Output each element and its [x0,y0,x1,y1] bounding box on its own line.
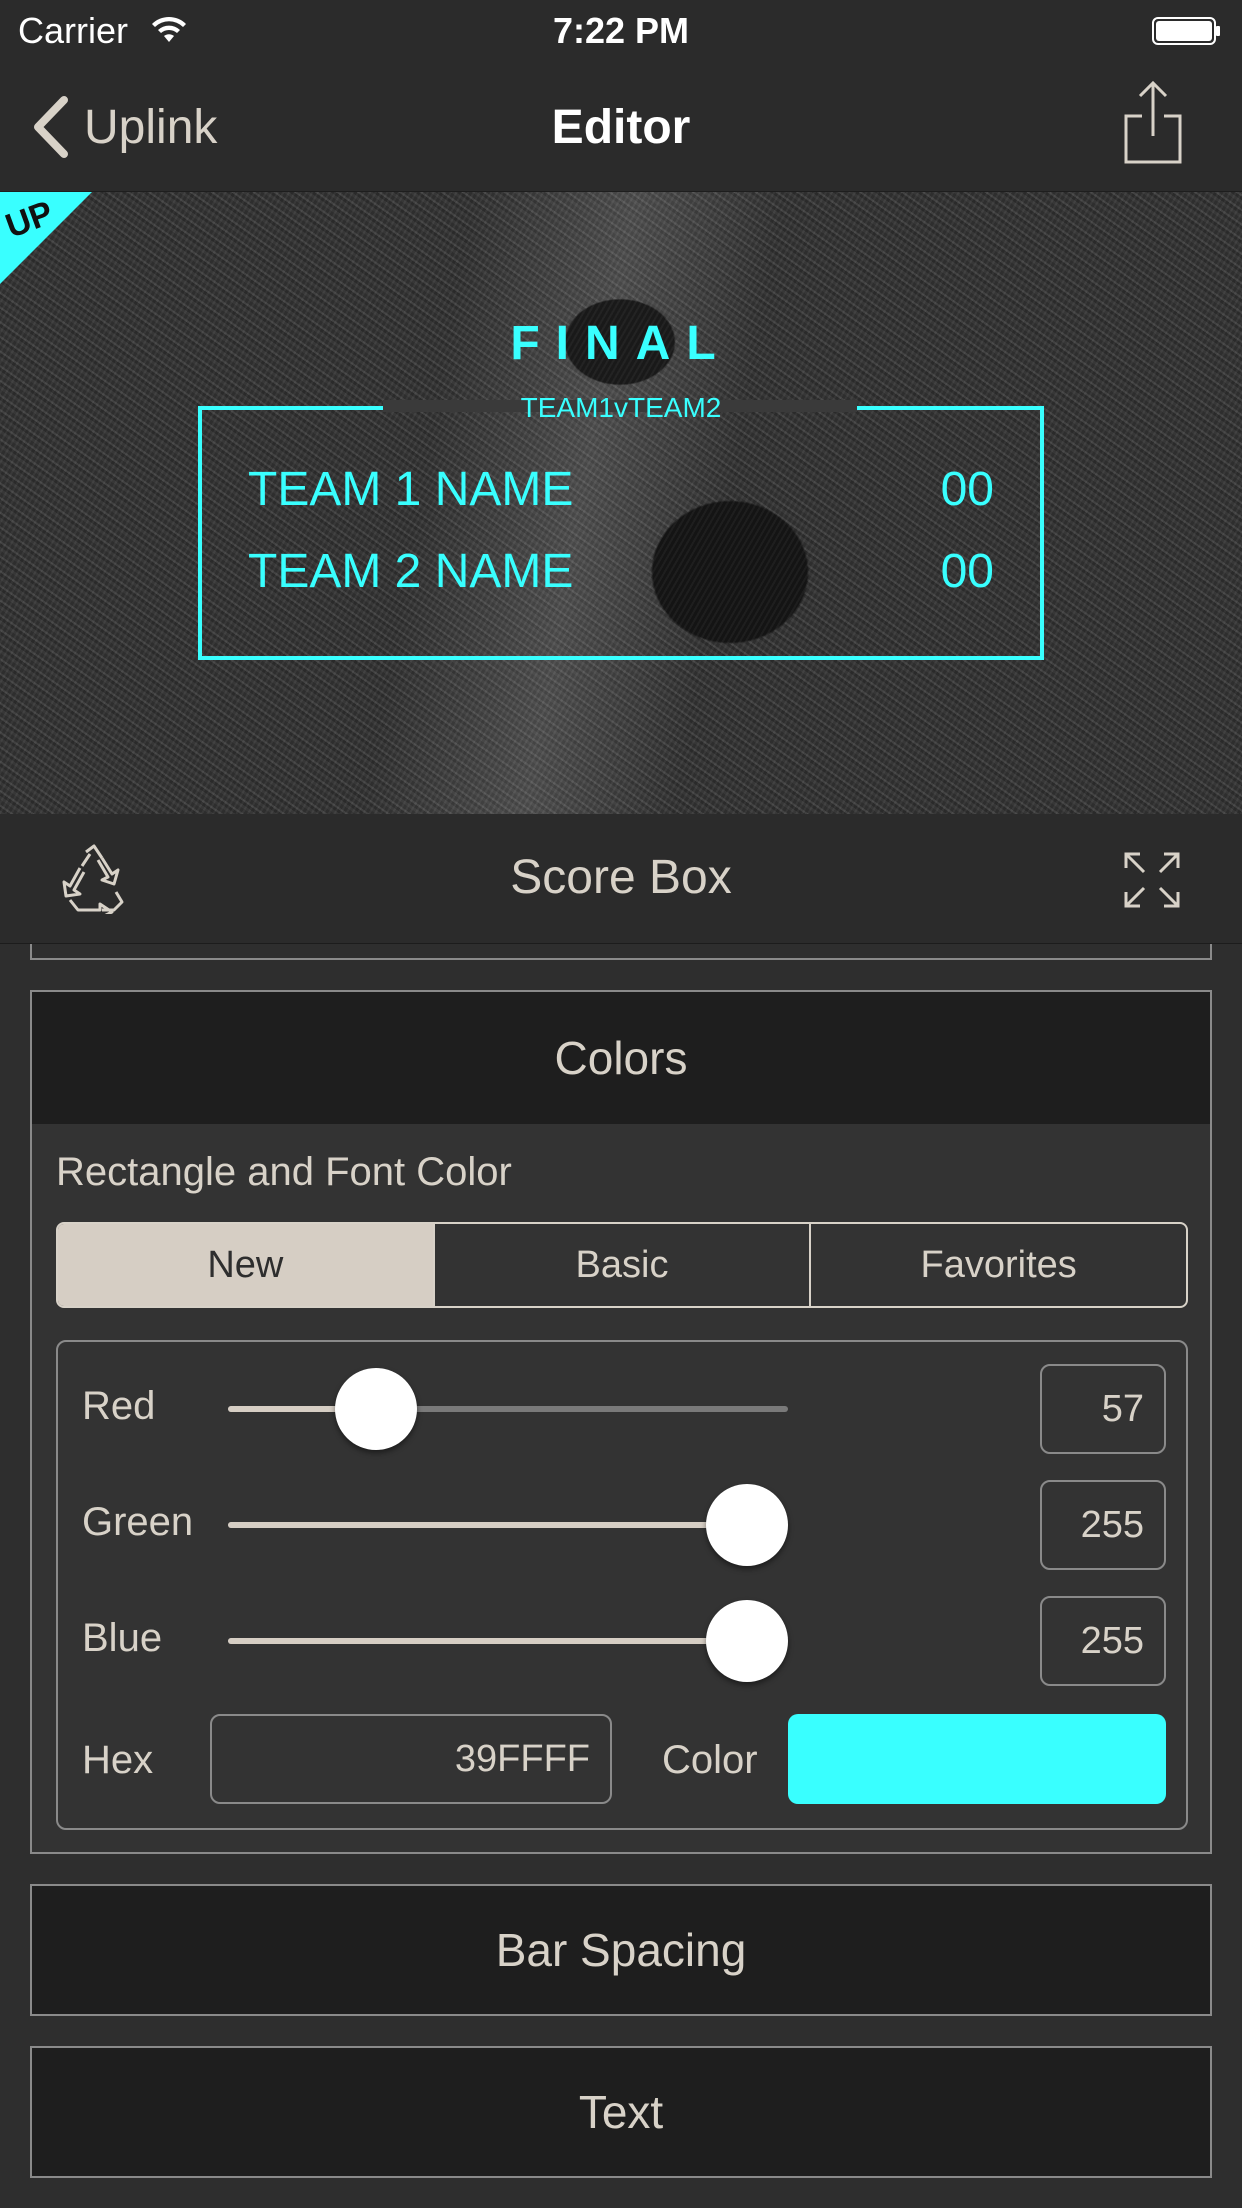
status-time: 7:22 PM [552,10,690,51]
blue-label: Blue [82,1616,163,1660]
red-label: Red [82,1384,156,1428]
segment-basic[interactable]: Basic [435,1224,812,1306]
text-panel-header[interactable]: Text [30,2046,1212,2178]
slider-thumb[interactable] [335,1368,418,1450]
scorebox-rectangle [198,406,1044,660]
battery-icon [1152,17,1220,45]
team-name: TEAM 1 NAME [248,463,574,516]
navigation-bar: Uplink Editor [0,62,1242,192]
blue-value-field[interactable]: 255 [1040,1596,1166,1686]
green-slider[interactable] [228,1484,788,1566]
rgb-picker: Red 57 Green 255 Blue 255 Hex 39FFFF Col… [56,1340,1188,1830]
previous-panel-edge [30,944,1212,960]
slider-thumb[interactable] [706,1484,788,1566]
colors-panel-header[interactable]: Colors [32,992,1210,1124]
team-row: TEAM 2 NAME 00 [248,544,994,599]
slider-fill [228,1638,747,1644]
team-score: 00 [940,463,994,516]
red-value-field[interactable]: 57 [1040,1364,1166,1454]
green-value-field[interactable]: 255 [1040,1480,1166,1570]
hex-label: Hex [82,1738,154,1782]
uplink-logo: UP [0,192,92,284]
color-source-segmented-control: New Basic Favorites [56,1222,1188,1308]
slider-fill [228,1522,747,1528]
red-slider[interactable] [228,1368,788,1450]
green-label: Green [82,1500,194,1544]
status-bar: Carrier 7:22 PM [0,0,1242,62]
team-score: 00 [940,545,994,598]
expand-icon[interactable] [1124,852,1180,908]
share-icon[interactable] [1120,80,1186,166]
slider-thumb[interactable] [706,1600,788,1682]
segment-new[interactable]: New [58,1224,435,1306]
color-label: Color [662,1738,758,1782]
toolbar-title: Score Box [510,851,732,904]
color-swatch[interactable] [788,1714,1166,1804]
hex-input[interactable]: 39FFFF [210,1714,612,1804]
segment-favorites[interactable]: Favorites [811,1224,1186,1306]
colors-panel: Colors Rectangle and Font Color New Basi… [30,990,1212,1854]
scorebox-preview: UP FINAL TEAM1vTEAM2 TEAM 1 NAME 00 TEAM… [0,192,1242,814]
section-label: Rectangle and Font Color [56,1150,512,1194]
scorebox-title: FINAL [510,317,732,370]
editor-toolbar: Score Box [0,814,1242,944]
bar-spacing-panel-header[interactable]: Bar Spacing [30,1884,1212,2016]
team-name: TEAM 2 NAME [248,545,574,598]
page-title: Editor [551,101,691,154]
blue-slider[interactable] [228,1600,788,1682]
team-row: TEAM 1 NAME 00 [248,462,994,517]
scorebox-matchup: TEAM1vTEAM2 [520,392,722,423]
